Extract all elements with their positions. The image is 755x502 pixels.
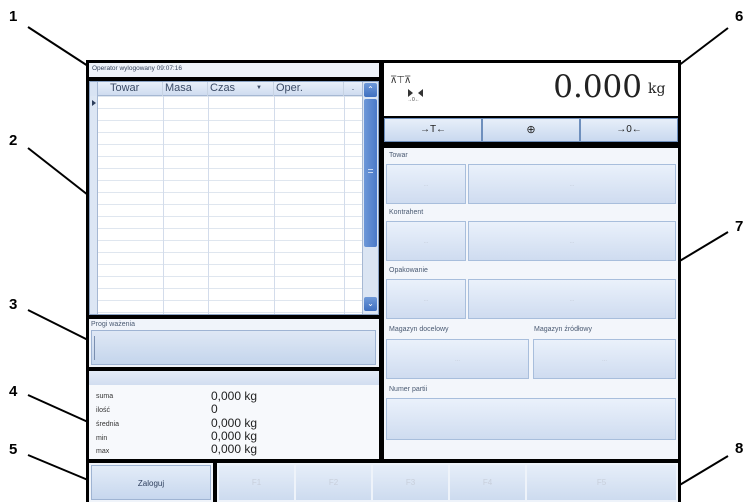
lock-button[interactable]: ⊕ [483, 119, 579, 141]
table-scrollbar[interactable]: ⌃ ⌄ [362, 82, 378, 314]
f4-key[interactable]: F4 [450, 465, 525, 500]
login-button[interactable]: Zaloguj [91, 465, 211, 500]
callout-1: 1 [9, 8, 18, 25]
kontrahent-name-button[interactable]: ... [468, 221, 676, 261]
f2-key[interactable]: F2 [296, 465, 371, 500]
zero-button[interactable]: →0← [581, 119, 677, 141]
callout-3: 3 [9, 296, 18, 313]
col-oper[interactable]: Oper. [274, 82, 344, 96]
sort-down-icon: ▼ [256, 85, 262, 91]
col-divider-3 [274, 96, 275, 314]
scroll-up-button[interactable]: ⌃ [364, 83, 377, 97]
status-bar-text: Operator wylogowany 09:07:16 [92, 65, 182, 72]
stat-label-suma: suma [96, 393, 114, 400]
weight-value: 0.000 [553, 69, 642, 105]
numer-partii-field[interactable] [386, 398, 676, 440]
weight-unit: kg [648, 81, 666, 97]
opakowanie-code-button[interactable]: ... [386, 279, 466, 319]
callout-8: 8 [735, 440, 744, 457]
kontrahent-code-button[interactable]: ... [386, 221, 466, 261]
magazyn-zrodlowy-label: Magazyn źródłowy [534, 326, 592, 333]
callout-5: 5 [9, 441, 18, 458]
stability-icon: ⊼⊤⊼ [390, 75, 411, 86]
col-masa[interactable]: Masa [163, 82, 208, 96]
col-czas[interactable]: Czas ▼ [208, 82, 274, 96]
stat-value-srednia: 0,000 kg [211, 416, 258, 430]
stat-label-min: min [96, 435, 108, 442]
callout-6: 6 [735, 8, 744, 25]
f1-key[interactable]: F1 [219, 465, 294, 500]
kontrahent-label: Kontrahent [389, 209, 424, 216]
scroll-thumb[interactable] [364, 99, 377, 247]
weighing-table[interactable]: Towar Masa Czas ▼ Oper. . ⌃ ⌄ [89, 81, 379, 315]
row-header-corner [90, 82, 98, 96]
stat-label-max: max [96, 448, 110, 455]
magazyn-zrodlowy-button[interactable]: ... [533, 339, 676, 379]
stat-label-ilosc: ilość [96, 407, 111, 414]
thresholds-bar[interactable] [91, 330, 376, 365]
zero-indicator-icon [408, 89, 413, 97]
callout-4: 4 [9, 383, 18, 400]
col-divider-4 [344, 96, 345, 314]
opakowanie-label: Opakowanie [389, 267, 428, 274]
col-extra[interactable]: . [344, 82, 362, 96]
tare-button[interactable]: →T← [385, 119, 481, 141]
f3-key[interactable]: F3 [373, 465, 448, 500]
stat-label-srednia: średnia [96, 421, 119, 428]
opakowanie-name-button[interactable]: ... [468, 279, 676, 319]
table-body [90, 96, 362, 314]
stat-value-min: 0,000 kg [211, 429, 258, 443]
zero-indicator-icon-right [418, 89, 423, 97]
scale-display: ⊼⊤⊼ →0← 0.000 kg [384, 63, 678, 116]
stat-value-ilosc: 0 [211, 402, 218, 416]
statistics-header-strip [89, 371, 379, 385]
callout-2: 2 [9, 132, 18, 149]
col-towar[interactable]: Towar [98, 82, 163, 96]
thresholds-label: Progi ważenia [91, 321, 135, 328]
col-czas-label: Czas [210, 82, 236, 94]
status-bar-panel: Operator wylogowany 09:07:16 [89, 63, 379, 77]
towar-label: Towar [389, 152, 408, 159]
stat-value-max: 0,000 kg [211, 442, 258, 456]
magazyn-docelowy-label: Magazyn docelowy [389, 326, 449, 333]
thresholds-panel: Progi ważenia [89, 319, 379, 367]
thresholds-marker [94, 336, 95, 360]
towar-code-button[interactable]: ... [386, 164, 466, 204]
col-divider-1 [163, 96, 164, 314]
scroll-down-button[interactable]: ⌄ [364, 297, 377, 311]
table-header: Towar Masa Czas ▼ Oper. . [90, 82, 362, 96]
zero-indicator-label: →0← [407, 97, 420, 103]
f5-key[interactable]: F5 [527, 465, 676, 500]
numer-partii-label: Numer partii [389, 386, 428, 393]
fields-panel: Towar ... ... Kontrahent ... ... Opakowa… [384, 148, 678, 459]
stat-value-suma: 0,000 kg [211, 389, 258, 403]
current-row-arrow-icon [92, 100, 96, 106]
col-divider-2 [208, 96, 209, 314]
towar-name-button[interactable]: ... [468, 164, 676, 204]
scroll-grip-icon [368, 169, 373, 173]
statistics-panel: suma 0,000 kg ilość 0 średnia 0,000 kg m… [89, 371, 379, 459]
row-selector-column [90, 96, 98, 314]
magazyn-docelowy-button[interactable]: ... [386, 339, 529, 379]
callout-7: 7 [735, 218, 744, 235]
